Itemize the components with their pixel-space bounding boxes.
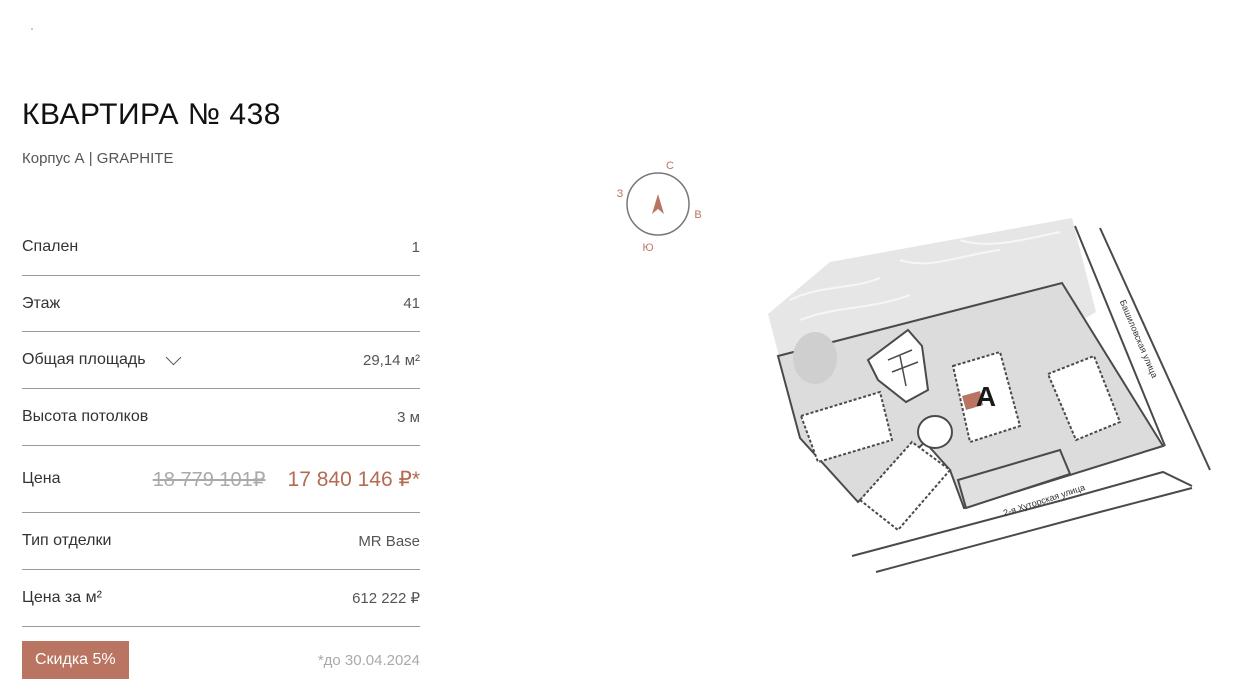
building-a-label: А bbox=[976, 381, 996, 412]
spec-row-ceiling: Высота потолков 3 м bbox=[22, 389, 420, 446]
floor-value: 41 bbox=[403, 295, 420, 312]
area-value: 29,14 м² bbox=[362, 351, 420, 369]
bedrooms-label: Спален bbox=[22, 238, 79, 255]
compass-icon: С В Ю З bbox=[617, 160, 702, 254]
new-price: 17 840 146 ₽* bbox=[287, 467, 420, 491]
building-subtitle: Корпус А | GRAPHITE bbox=[22, 150, 174, 167]
discount-until: *до 30.04.2024 bbox=[317, 651, 420, 669]
bedrooms-value: 1 bbox=[411, 238, 420, 256]
finish-label: Тип отделки bbox=[22, 532, 112, 549]
specs-list: Спален 1 Этаж 41 Общая площадь 29,14 м² … bbox=[22, 219, 420, 627]
spec-row-price: Цена 18 779 101₽ 17 840 146 ₽* bbox=[22, 446, 420, 513]
site-plan-map[interactable]: С В Ю З А 2-я Хуторская улица Башиловска… bbox=[600, 150, 1220, 590]
price-per-m2-label: Цена за м² bbox=[22, 589, 102, 606]
spec-row-floor: Этаж 41 bbox=[22, 276, 420, 332]
spec-row-area[interactable]: Общая площадь 29,14 м² bbox=[22, 332, 420, 389]
discount-line: Скидка 5% *до 30.04.2024 bbox=[22, 641, 420, 679]
chevron-down-icon[interactable] bbox=[165, 349, 181, 365]
ceiling-value: 3 м bbox=[397, 408, 420, 426]
fountain bbox=[917, 415, 953, 449]
logo-dot bbox=[31, 28, 33, 30]
street-label-bashilovskaya: Башиловская улица bbox=[1118, 298, 1160, 379]
floor-label: Этаж bbox=[22, 294, 61, 312]
spec-row-price-per-m2: Цена за м² 612 222 ₽ bbox=[22, 570, 420, 627]
compass-east: В bbox=[694, 209, 701, 221]
spec-row-bedrooms: Спален 1 bbox=[22, 219, 420, 276]
compass-north: С bbox=[666, 160, 674, 172]
finish-value: MR Base bbox=[358, 532, 420, 550]
old-price: 18 779 101₽ bbox=[152, 468, 266, 491]
compass-west: З bbox=[617, 188, 624, 200]
area-label-wrap[interactable]: Общая площадь bbox=[22, 349, 181, 369]
price-per-m2-value: 612 222 ₽ bbox=[352, 590, 420, 607]
page-title: КВАРТИРА № 438 bbox=[22, 98, 281, 131]
ceiling-label: Высота потолков bbox=[22, 408, 149, 425]
area-label: Общая площадь bbox=[22, 351, 146, 368]
discount-badge: Скидка 5% bbox=[22, 641, 129, 679]
compass-south: Ю bbox=[642, 242, 653, 254]
price-values: 18 779 101₽ 17 840 146 ₽* bbox=[153, 467, 420, 492]
spec-row-finish: Тип отделки MR Base bbox=[22, 513, 420, 570]
price-label: Цена bbox=[22, 470, 61, 487]
